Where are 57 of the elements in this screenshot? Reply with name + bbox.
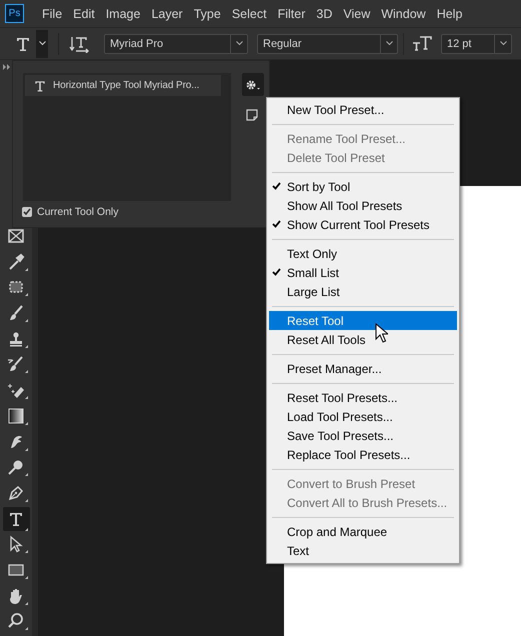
checkbox-label: Current Tool Only xyxy=(37,206,119,218)
new-preset-icon[interactable] xyxy=(246,109,258,121)
tool-preset-picker[interactable] xyxy=(36,30,48,58)
menu-item[interactable]: Window xyxy=(376,6,431,20)
dodge-icon xyxy=(7,458,25,476)
font-family-dropdown[interactable]: Myriad Pro xyxy=(104,34,248,54)
menu-item[interactable]: Type xyxy=(188,6,226,20)
menu-item[interactable]: Save Tool Presets... xyxy=(269,426,457,445)
menu-item[interactable]: View xyxy=(338,6,376,20)
type-tool[interactable] xyxy=(2,506,30,531)
gradient-icon xyxy=(7,406,25,425)
menu-item[interactable]: Filter xyxy=(272,6,310,20)
type-icon xyxy=(33,78,47,92)
menu-item[interactable]: New Tool Preset... xyxy=(269,100,457,119)
menu-item[interactable]: Reset All Tools xyxy=(269,330,457,349)
text-orientation-icon[interactable] xyxy=(69,34,89,52)
hand-icon xyxy=(7,586,25,605)
menu-item[interactable]: File xyxy=(37,6,68,20)
menu-item[interactable]: 3D xyxy=(311,6,338,20)
menu-item[interactable]: Large List xyxy=(269,282,457,301)
menu-item[interactable]: Crop and Marquee xyxy=(269,522,457,541)
zoom-icon xyxy=(7,612,25,630)
app-logo: Ps xyxy=(5,4,24,23)
menu-item[interactable]: Help xyxy=(432,6,468,20)
settings-icon[interactable] xyxy=(242,73,264,96)
menu-item[interactable]: Reset Tool Presets... xyxy=(269,388,457,407)
eyedropper-icon xyxy=(7,252,25,271)
preset-row[interactable]: Horizontal Type Tool Myriad Pro... xyxy=(25,75,221,96)
menu-item[interactable]: Load Tool Presets... xyxy=(269,407,457,426)
eraser-icon xyxy=(7,381,25,400)
caret-icon xyxy=(386,41,392,46)
mouse-pointer-icon xyxy=(375,323,388,343)
menu-item[interactable]: Small List xyxy=(269,263,457,282)
menu-item[interactable]: Text xyxy=(269,541,457,560)
collapse-icon[interactable] xyxy=(3,64,11,70)
menu-item[interactable]: Replace Tool Presets... xyxy=(269,445,457,464)
font-size-dropdown[interactable]: 12 pt xyxy=(441,34,512,54)
menu-item[interactable]: Show All Tool Presets xyxy=(269,196,457,215)
menu-item[interactable]: Preset Manager... xyxy=(269,359,457,378)
frame-icon xyxy=(7,227,25,245)
brush-icon xyxy=(7,304,25,322)
caret-icon xyxy=(38,41,46,46)
caret-icon xyxy=(236,41,242,46)
menu-item[interactable]: Show Current Tool Presets xyxy=(269,215,457,234)
menu-item[interactable]: Layer xyxy=(146,6,188,20)
checkbox[interactable] xyxy=(22,207,32,217)
pen-icon xyxy=(7,484,25,502)
caret-icon xyxy=(500,41,506,46)
font-style-dropdown[interactable]: Regular xyxy=(257,34,398,54)
menu-item[interactable]: Reset Tool xyxy=(269,311,457,330)
menu-item[interactable]: Text Only xyxy=(269,244,457,263)
stamp-icon xyxy=(7,330,25,348)
font-size-icon xyxy=(412,34,432,52)
menu-item[interactable]: Edit xyxy=(68,6,100,20)
menu-item[interactable]: Select xyxy=(226,6,272,20)
menu-item[interactable]: Sort by Tool xyxy=(269,177,457,196)
menu-item[interactable]: Image xyxy=(100,6,146,20)
